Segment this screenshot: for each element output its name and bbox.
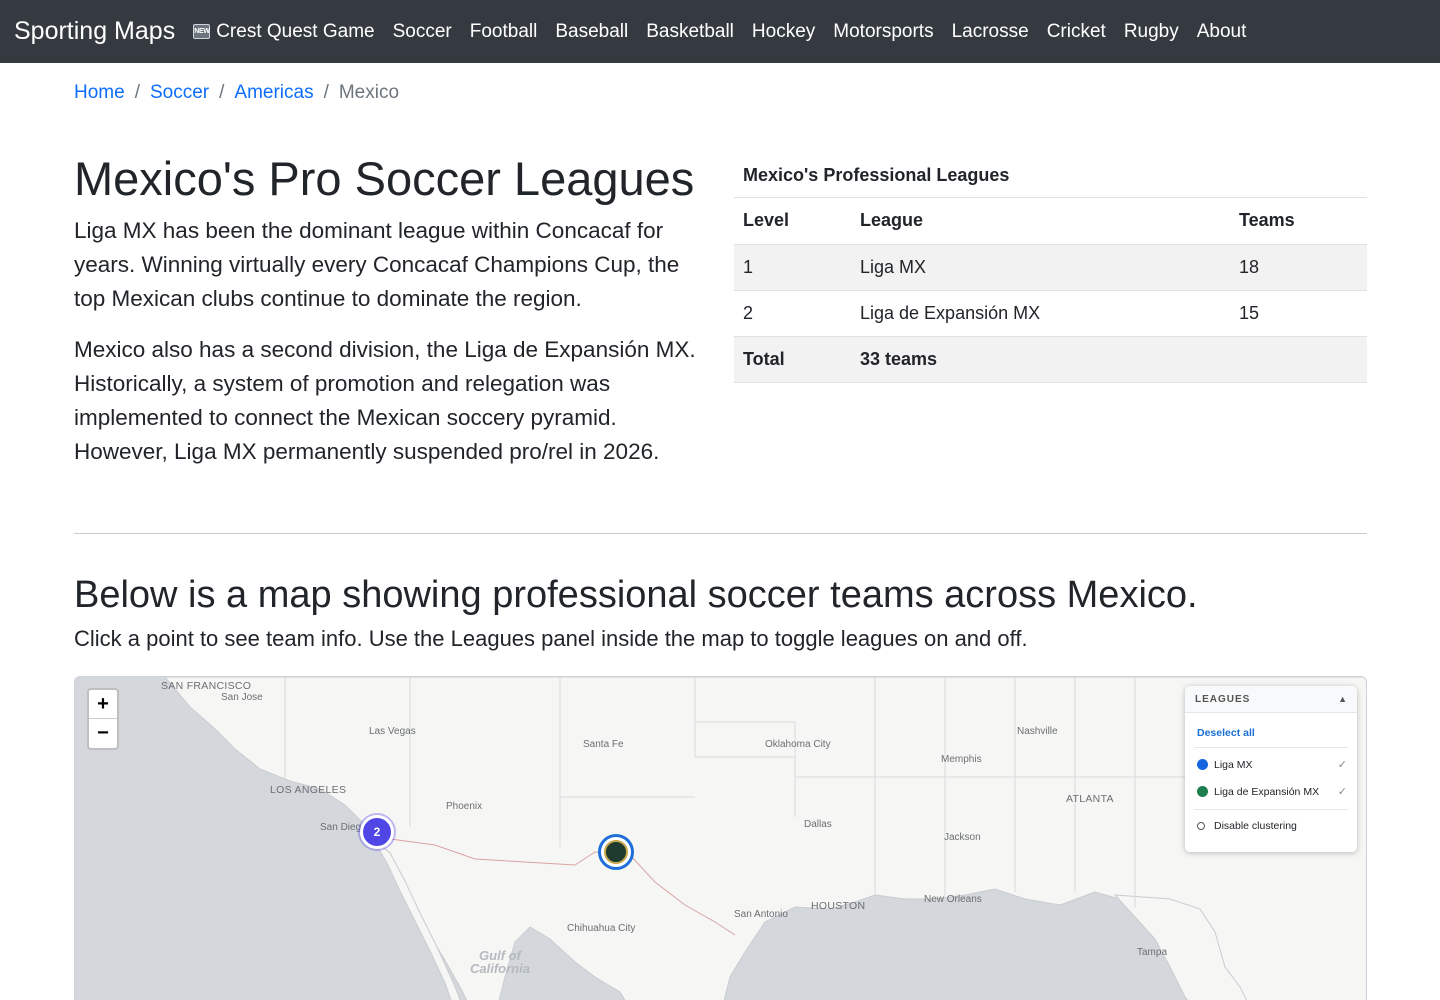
nav-link-label: Crest Quest Game — [216, 20, 375, 42]
cell-teams: 18 — [1230, 244, 1367, 291]
team-crest-icon — [604, 840, 628, 864]
nav-link-rugby[interactable]: Rugby — [1124, 21, 1179, 43]
table-caption: Mexico's Professional Leagues — [734, 153, 1367, 198]
city-label: HOUSTON — [811, 900, 866, 912]
column-header-level: Level — [734, 198, 851, 245]
cell-empty — [1230, 336, 1367, 383]
cell-level: 1 — [734, 244, 851, 291]
map-basemap — [164, 677, 1366, 1000]
radio-circle-icon — [1197, 821, 1205, 830]
breadcrumb-home[interactable]: Home — [74, 82, 125, 104]
city-label: Jackson — [944, 832, 981, 843]
league-toggle-liga-expansion[interactable]: Liga de Expansión MX ✓ — [1185, 778, 1357, 805]
panel-divider — [1194, 747, 1348, 748]
city-label: ATLANTA — [1066, 793, 1114, 805]
intro-section: Mexico's Pro Soccer Leagues Liga MX has … — [74, 150, 704, 486]
city-label: Las Vegas — [369, 726, 416, 737]
table-row: 1 Liga MX 18 — [734, 244, 1367, 291]
city-label: San Jose — [221, 692, 263, 703]
nav-link-hockey[interactable]: Hockey — [752, 21, 815, 43]
city-label: San Antonio — [734, 909, 788, 920]
nav-link-motorsports[interactable]: Motorsports — [833, 21, 933, 43]
nav-link-baseball[interactable]: Baseball — [555, 21, 628, 43]
zoom-out-button[interactable]: − — [89, 719, 117, 748]
intro-paragraph: Liga MX has been the dominant league wit… — [74, 218, 680, 311]
cell-league: Liga MX — [851, 244, 1230, 291]
nav-link-football[interactable]: Football — [470, 21, 538, 43]
column-header-teams: Teams — [1230, 198, 1367, 245]
page-title: Mexico's Pro Soccer Leagues — [74, 152, 695, 205]
collapse-caret-icon[interactable]: ▲ — [1338, 694, 1347, 704]
brand-logo-link[interactable]: Sporting Maps — [14, 17, 175, 46]
city-label: Oklahoma City — [765, 739, 831, 750]
table-row: 2 Liga de Expansión MX 15 — [734, 290, 1367, 337]
leagues-table-container: Mexico's Professional Leagues Level Leag… — [734, 153, 1367, 383]
nav-link-basketball[interactable]: Basketball — [646, 21, 734, 43]
leagues-panel-header[interactable]: LEAGUES ▲ — [1185, 686, 1357, 713]
breadcrumb-separator: / — [134, 82, 140, 103]
map-heading: Below is a map showing professional socc… — [74, 574, 1198, 616]
cell-total-value: 33 teams — [851, 336, 1230, 383]
league-toggle-liga-mx[interactable]: Liga MX ✓ — [1185, 751, 1357, 778]
nav-link-soccer[interactable]: Soccer — [393, 21, 452, 43]
nav-link-lacrosse[interactable]: Lacrosse — [952, 21, 1029, 43]
nav-links: NEW Crest Quest Game Soccer Football Bas… — [193, 21, 1264, 43]
city-label: New Orleans — [924, 894, 982, 905]
teams-map[interactable]: SAN FRANCISCO San Jose Las Vegas Santa F… — [74, 676, 1367, 1000]
marker-cluster[interactable]: 2 — [360, 815, 394, 849]
city-label: Phoenix — [446, 801, 483, 812]
nav-link-crest-quest[interactable]: NEW Crest Quest Game — [193, 20, 375, 43]
zoom-control: + − — [87, 688, 119, 750]
breadcrumb-separator: / — [323, 82, 329, 103]
panel-divider — [1194, 809, 1348, 810]
cell-league: Liga de Expansión MX — [851, 290, 1230, 337]
table-total-row: Total 33 teams — [734, 336, 1367, 383]
league-toggle-label: Liga MX — [1214, 758, 1253, 771]
team-marker[interactable] — [598, 834, 634, 870]
disable-clustering-toggle[interactable]: Disable clustering — [1185, 812, 1357, 839]
city-label: Tampa — [1137, 947, 1168, 958]
breadcrumb-separator: / — [219, 82, 225, 103]
top-navbar: Sporting Maps NEW Crest Quest Game Socce… — [0, 0, 1440, 63]
checkmark-icon: ✓ — [1337, 759, 1347, 771]
new-badge-icon: NEW — [193, 24, 211, 39]
city-label: Santa Fe — [583, 739, 624, 750]
leagues-table: Level League Teams 1 Liga MX 18 2 Liga d… — [734, 198, 1367, 383]
city-label: Memphis — [941, 754, 982, 765]
zoom-in-button[interactable]: + — [89, 690, 117, 719]
league-color-dot-icon — [1197, 759, 1208, 770]
league-color-dot-icon — [1197, 786, 1208, 797]
breadcrumb-soccer[interactable]: Soccer — [150, 82, 209, 104]
breadcrumb-americas[interactable]: Americas — [234, 82, 313, 104]
breadcrumb: Home / Soccer / Americas / Mexico — [74, 82, 399, 104]
checkmark-icon: ✓ — [1337, 786, 1347, 798]
cell-teams: 15 — [1230, 290, 1367, 337]
nav-link-about[interactable]: About — [1197, 21, 1247, 43]
map-subtext: Click a point to see team info. Use the … — [74, 626, 1028, 651]
leagues-panel-title: LEAGUES — [1195, 693, 1251, 705]
section-divider — [74, 533, 1367, 534]
city-label: Chihuahua City — [567, 923, 636, 934]
city-label: LOS ANGELES — [270, 784, 347, 796]
column-header-league: League — [851, 198, 1230, 245]
league-toggle-label: Liga de Expansión MX — [1214, 785, 1320, 798]
intro-paragraph: Mexico also has a second division, the L… — [74, 337, 696, 464]
disable-clustering-label: Disable clustering — [1214, 819, 1297, 832]
cell-level: 2 — [734, 290, 851, 337]
deselect-all-link[interactable]: Deselect all — [1197, 727, 1357, 739]
leagues-panel: LEAGUES ▲ Deselect all Liga MX ✓ Liga de… — [1185, 686, 1357, 852]
breadcrumb-current: Mexico — [338, 82, 400, 103]
table-header-row: Level League Teams — [734, 198, 1367, 245]
cell-total-label: Total — [734, 336, 851, 383]
city-label: Nashville — [1017, 726, 1058, 737]
water-label: Gulf of California — [470, 948, 530, 976]
nav-link-cricket[interactable]: Cricket — [1047, 21, 1106, 43]
city-label: Dallas — [804, 819, 832, 830]
city-label: SAN FRANCISCO — [161, 680, 252, 692]
